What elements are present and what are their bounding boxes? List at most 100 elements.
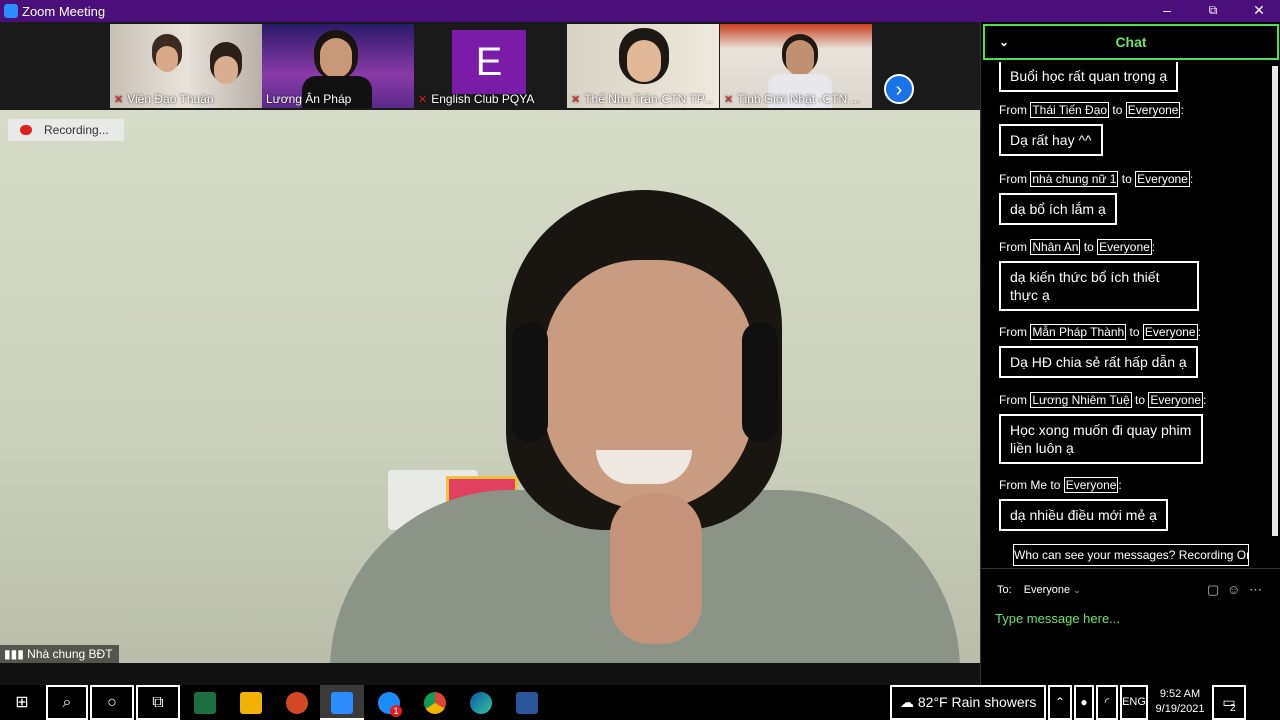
muted-mic-icon: ✕ xyxy=(724,94,734,106)
windows-start-icon[interactable]: ⊞ xyxy=(0,685,44,720)
chat-message: Dạ HĐ chia sẻ rất hấp dẫn ạ xyxy=(999,346,1198,378)
recipient-name[interactable]: Everyone xyxy=(1063,477,1119,493)
signal-icon: ▮▮▮ xyxy=(4,647,28,661)
next-page-button[interactable]: › xyxy=(884,74,914,104)
date: 9/19/2021 xyxy=(1155,703,1205,715)
headphone-right xyxy=(742,322,778,442)
clock[interactable]: 9:52 AM 9/19/2021 xyxy=(1152,685,1208,720)
sender-name[interactable]: nhà chung nữ 1 xyxy=(1030,171,1119,187)
recording-label: Recording... xyxy=(44,123,109,137)
excel-icon[interactable] xyxy=(194,692,216,714)
chat-panel: ⌄ Chat Buổi học rất quan trọng ạ From Th… xyxy=(980,22,1280,685)
participant-avatar: E xyxy=(452,30,526,94)
network-button[interactable]: ◜ xyxy=(1096,685,1118,720)
microphone-button[interactable]: ● xyxy=(1074,685,1094,720)
notifications-button[interactable]: ▭ 2 xyxy=(1212,685,1246,720)
scrollbar-thumb[interactable] xyxy=(1272,66,1278,536)
minimize-button[interactable]: – xyxy=(1144,0,1190,22)
wifi-icon: ◜ xyxy=(1104,695,1110,709)
recipient-name[interactable]: Everyone xyxy=(1135,171,1190,187)
participant-strip: ✕ Viên Đạo Thuận Lương Ân Pháp E ✕ English… xyxy=(0,22,980,110)
window-title: Zoom Meeting xyxy=(22,4,106,19)
meeting-controls-bar xyxy=(0,663,980,685)
speaker-name-tag: ▮▮▮ Nhà chung BĐT xyxy=(0,645,119,663)
file-icon[interactable]: ▢ xyxy=(1207,582,1219,598)
chat-title: Chat xyxy=(1115,34,1147,50)
cortana-button[interactable]: ○ xyxy=(90,685,134,720)
show-hidden-icons-button[interactable]: ⌃ xyxy=(1048,685,1072,720)
participant-name: Thể Nhu Trần-CTN TP... xyxy=(584,92,714,106)
sender-name[interactable]: Mẫn Pháp Thành xyxy=(1030,324,1127,340)
chrome-icon[interactable] xyxy=(424,692,446,714)
participant-name: Tịnh Giới Nhật -CTN ... xyxy=(737,92,861,106)
windows-taskbar: ⊞ ⌕ ○ ⧉ 1 ☁ 82°F Rain showers ⌃ ● ◜ ENG … xyxy=(0,685,1280,720)
language-label: ENG xyxy=(1122,696,1146,708)
main-video: Recording... ▮▮▮ Nhà chung BĐT xyxy=(0,110,980,663)
emoji-icon[interactable]: ☺ xyxy=(1227,582,1240,597)
participant-name: Viên Đạo Thuận xyxy=(127,92,214,106)
edge-icon[interactable] xyxy=(470,692,492,714)
word-icon[interactable] xyxy=(516,692,538,714)
notification-icon: ▭ xyxy=(1222,694,1236,710)
message-header: From Thái Tiến Đạo to Everyone: xyxy=(999,102,1184,118)
chat-message: Dạ rất hay ^^ xyxy=(999,124,1103,156)
message-input[interactable] xyxy=(995,608,1265,628)
zoom-app-icon xyxy=(4,4,18,18)
headphone-left xyxy=(512,322,548,442)
cortana-icon: ○ xyxy=(107,694,117,711)
task-view-button[interactable]: ⧉ xyxy=(136,685,180,720)
recording-indicator[interactable]: Recording... xyxy=(8,119,124,141)
restore-button[interactable]: ⧉ xyxy=(1190,0,1236,22)
recipient-name[interactable]: Everyone xyxy=(1148,392,1204,408)
weather-desc: Rain showers xyxy=(951,694,1037,710)
cloud-icon: ☁ xyxy=(900,694,918,710)
chevron-down-icon: ⌄ xyxy=(1073,585,1081,595)
chevron-up-icon: ⌃ xyxy=(1054,695,1066,709)
divider xyxy=(981,568,1280,569)
recipient-name[interactable]: Everyone xyxy=(1125,102,1181,118)
microphone-icon: ● xyxy=(1080,695,1088,709)
participant-tile[interactable]: ✕ Thể Nhu Trần-CTN TP... xyxy=(567,24,719,108)
participant-tile[interactable]: ✕ Viên Đạo Thuận xyxy=(110,24,262,108)
close-button[interactable]: ✕ xyxy=(1236,0,1280,22)
message-header: From nhà chung nữ 1 to Everyone: xyxy=(999,171,1194,187)
speaker-hand xyxy=(610,494,702,644)
participant-name: English Club PQYA xyxy=(431,92,535,106)
participant-tile[interactable]: Lương Ân Pháp xyxy=(262,24,414,108)
search-button[interactable]: ⌕ xyxy=(46,685,88,720)
chat-header: ⌄ Chat xyxy=(983,24,1279,60)
weather-temp: 82°F xyxy=(917,694,948,710)
more-icon[interactable]: ⋯ xyxy=(1249,582,1262,598)
message-header: From Mẫn Pháp Thành to Everyone: xyxy=(999,324,1201,340)
task-view-icon: ⧉ xyxy=(152,694,164,711)
time: 9:52 AM xyxy=(1159,688,1201,700)
sender-name[interactable]: Thái Tiến Đạo xyxy=(1030,102,1110,118)
chat-message: Học xong muốn đi quay phim liền luôn ạ xyxy=(999,414,1203,464)
file-explorer-icon[interactable] xyxy=(240,692,262,714)
zoom-icon xyxy=(331,692,353,714)
participant-tile[interactable]: E ✕ English Club PQYA xyxy=(414,24,566,108)
notification-badge: 1 xyxy=(390,705,402,717)
chat-scrollbar[interactable] xyxy=(1271,66,1279,546)
chat-messages: Buổi học rất quan trọng ạ From Thái Tiến… xyxy=(981,62,1269,544)
language-button[interactable]: ENG xyxy=(1120,685,1148,720)
recipient-select[interactable]: Everyone ⌄ xyxy=(1024,584,1081,596)
speaker-name: Nhà chung BĐT xyxy=(27,647,113,661)
record-icon xyxy=(20,125,32,135)
participant-tile[interactable]: ✕ Tịnh Giới Nhật -CTN ... xyxy=(720,24,872,108)
sender-name[interactable]: Nhân An xyxy=(1030,239,1081,255)
recipient-name[interactable]: Everyone xyxy=(1142,324,1198,340)
weather-widget[interactable]: ☁ 82°F Rain showers xyxy=(890,685,1046,720)
message-header: From Me to Everyone: xyxy=(999,477,1122,493)
powerpoint-icon[interactable] xyxy=(286,692,308,714)
chevron-down-icon[interactable]: ⌄ xyxy=(999,26,1009,58)
zoom-taskbar-button[interactable] xyxy=(320,685,364,720)
recipient-name[interactable]: Everyone xyxy=(1097,239,1152,255)
window-titlebar: Zoom Meeting – ⧉ ✕ xyxy=(0,0,1280,22)
sender-name[interactable]: Lương Nhiêm Tuệ xyxy=(1030,392,1132,408)
participant-name: Lương Ân Pháp xyxy=(266,92,352,106)
message-header: From Nhân An to Everyone: xyxy=(999,239,1156,255)
notification-count: 2 xyxy=(1230,703,1236,714)
chat-message: dạ nhiều điều mới mẻ ạ xyxy=(999,499,1168,531)
privacy-notice-button[interactable]: Who can see your messages? Recording On xyxy=(1013,544,1249,566)
